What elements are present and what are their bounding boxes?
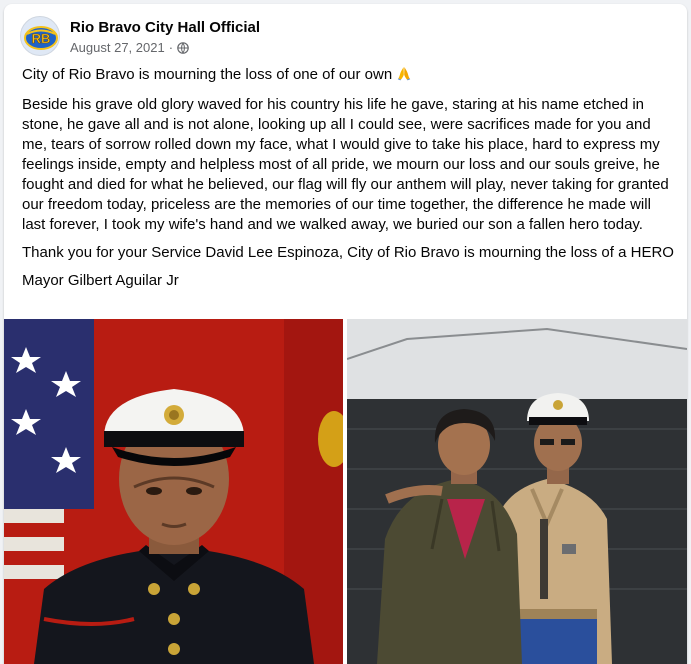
rio-bravo-logo-icon: RB <box>24 26 58 50</box>
post-headline-line: City of Rio Bravo is mourning the loss o… <box>22 65 678 87</box>
folded-hands-icon <box>396 65 412 87</box>
post-header: RB Rio Bravo City Hall Official August 2… <box>20 16 660 60</box>
post-date[interactable]: August 27, 2021 <box>70 40 165 55</box>
post-signature: Mayor Gilbert Aguilar Jr <box>22 272 179 289</box>
page-avatar[interactable]: RB <box>20 16 60 56</box>
mother-and-son-photo[interactable] <box>347 319 687 664</box>
meta-separator: · <box>168 40 174 55</box>
post-thanks: Thank you for your Service David Lee Esp… <box>22 244 674 261</box>
avatar-logo-text: RB <box>32 31 51 46</box>
post-meta: August 27, 2021 · <box>70 40 189 55</box>
post-poem: Beside his grave old glory waved for his… <box>22 96 669 233</box>
author-name[interactable]: Rio Bravo City Hall Official <box>70 19 260 36</box>
post-body: City of Rio Bravo is mourning the loss o… <box>22 65 678 299</box>
post-card: RB Rio Bravo City Hall Official August 2… <box>4 4 687 664</box>
marine-portrait-photo[interactable] <box>4 319 343 664</box>
photo-grid <box>4 319 687 664</box>
post-headline: City of Rio Bravo is mourning the loss o… <box>22 66 393 83</box>
globe-icon[interactable] <box>177 41 189 54</box>
